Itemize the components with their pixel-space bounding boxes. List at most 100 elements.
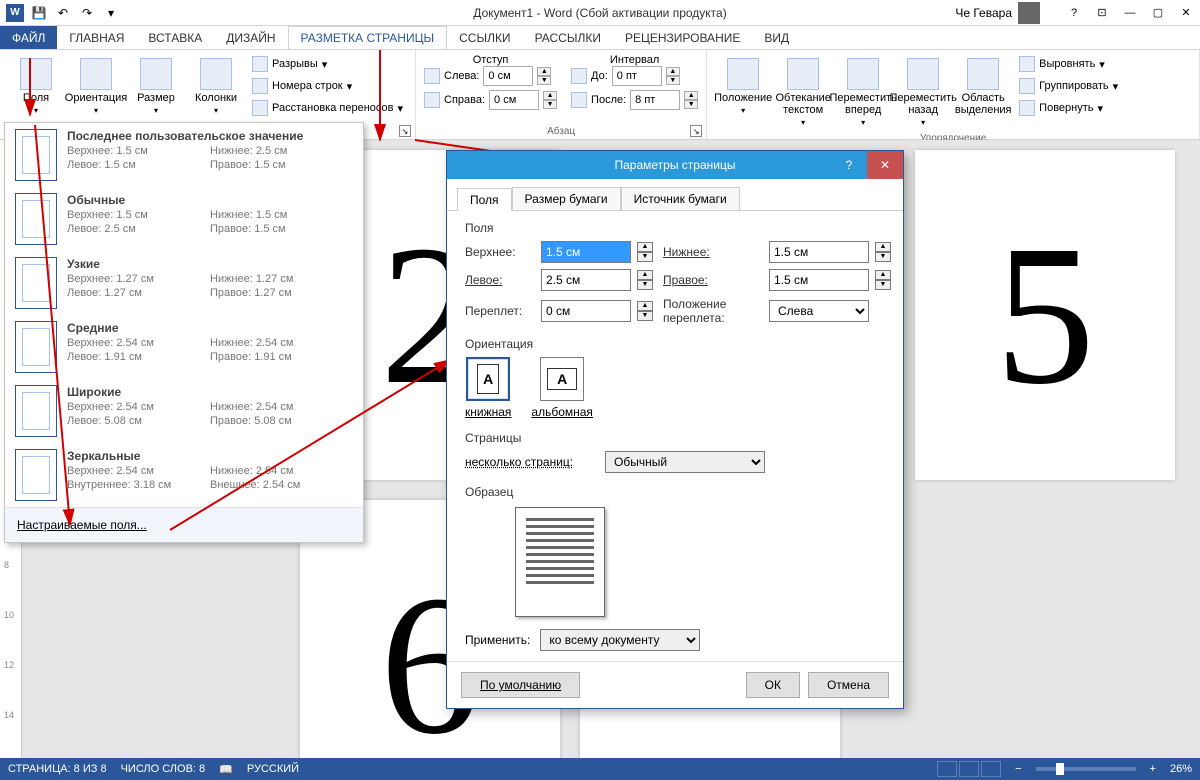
ribbon-options-button[interactable]: ⊡	[1088, 2, 1116, 24]
status-language[interactable]: РУССКИЙ	[247, 763, 299, 775]
align-button[interactable]: Выровнять▾	[1015, 54, 1122, 74]
tab-page-layout[interactable]: РАЗМЕТКА СТРАНИЦЫ	[288, 26, 448, 49]
spin-down[interactable]: ▼	[637, 311, 653, 321]
tab-view[interactable]: ВИД	[752, 26, 801, 49]
position-button[interactable]: Положение▾	[715, 54, 771, 131]
dialog-tab-paper[interactable]: Размер бумаги	[512, 187, 621, 210]
spin-down[interactable]: ▼	[637, 280, 653, 290]
spin-up[interactable]: ▲	[543, 91, 557, 100]
spin-down[interactable]: ▼	[537, 76, 551, 85]
view-web-layout[interactable]	[981, 761, 1001, 777]
tab-home[interactable]: ГЛАВНАЯ	[57, 26, 136, 49]
spin-up[interactable]: ▲	[666, 67, 680, 76]
dialog-close-button[interactable]: ✕	[867, 151, 903, 179]
dialog-titlebar[interactable]: Параметры страницы ? ✕	[447, 151, 903, 179]
spin-up[interactable]: ▲	[875, 242, 891, 252]
custom-margins-item[interactable]: Настраиваемые поля...	[5, 507, 363, 542]
dialog-tab-fields[interactable]: Поля	[457, 188, 512, 211]
spin-down[interactable]: ▼	[637, 252, 653, 262]
margin-preset-item[interactable]: Последнее пользовательское значение Верх…	[5, 123, 363, 187]
status-bar: СТРАНИЦА: 8 ИЗ 8 ЧИСЛО СЛОВ: 8 📖 РУССКИЙ…	[0, 758, 1200, 780]
tab-references[interactable]: ССЫЛКИ	[447, 26, 522, 49]
avatar[interactable]	[1018, 2, 1040, 24]
status-page[interactable]: СТРАНИЦА: 8 ИЗ 8	[8, 763, 107, 775]
spin-up[interactable]: ▲	[684, 91, 698, 100]
section-pages-title: Страницы	[465, 431, 885, 445]
minimize-button[interactable]: —	[1116, 2, 1144, 24]
page-setup-launcher[interactable]: ↘	[399, 125, 411, 137]
save-button[interactable]: 💾	[28, 2, 50, 24]
margin-preset-item[interactable]: Обычные Верхнее: 1.5 смНижнее: 1.5 см Ле…	[5, 187, 363, 251]
landscape-option[interactable]: A альбомная	[531, 357, 593, 419]
gutter-pos-select[interactable]: Слева	[769, 300, 869, 322]
tab-file[interactable]: ФАЙЛ	[0, 26, 57, 49]
zoom-in-button[interactable]: +	[1150, 763, 1156, 775]
cancel-button[interactable]: Отмена	[808, 672, 889, 698]
tab-design[interactable]: ДИЗАЙН	[214, 26, 287, 49]
spin-down[interactable]: ▼	[666, 76, 680, 85]
redo-button[interactable]: ↷	[76, 2, 98, 24]
margin-preset-item[interactable]: Широкие Верхнее: 2.54 смНижнее: 2.54 см …	[5, 379, 363, 443]
breaks-button[interactable]: Разрывы▾	[248, 54, 407, 74]
multi-pages-select[interactable]: Обычный	[605, 451, 765, 473]
indent-right-input[interactable]	[489, 90, 539, 110]
maximize-button[interactable]: ▢	[1144, 2, 1172, 24]
help-button[interactable]: ?	[1060, 2, 1088, 24]
default-button[interactable]: По умолчанию	[461, 672, 580, 698]
margin-preset-item[interactable]: Средние Верхнее: 2.54 смНижнее: 2.54 см …	[5, 315, 363, 379]
apply-to-select[interactable]: ко всему документу	[540, 629, 700, 651]
zoom-out-button[interactable]: −	[1015, 763, 1021, 775]
tab-insert[interactable]: ВСТАВКА	[136, 26, 214, 49]
top-input[interactable]	[541, 241, 631, 263]
user-area[interactable]: Че Гевара	[955, 2, 1040, 24]
close-button[interactable]: ✕	[1172, 2, 1200, 24]
qat-customize-button[interactable]: ▾	[100, 2, 122, 24]
undo-button[interactable]: ↶	[52, 2, 74, 24]
send-backward-button[interactable]: Переместить назад▾	[895, 54, 951, 131]
spin-up[interactable]: ▲	[875, 270, 891, 280]
spin-up[interactable]: ▲	[637, 242, 653, 252]
spin-down[interactable]: ▼	[543, 100, 557, 109]
zoom-slider[interactable]	[1036, 767, 1136, 771]
gutter-input[interactable]	[541, 300, 631, 322]
selection-pane-button[interactable]: Область выделения	[955, 54, 1011, 131]
dialog-tab-source[interactable]: Источник бумаги	[621, 187, 740, 210]
indent-left-input[interactable]	[483, 66, 533, 86]
ok-button[interactable]: ОК	[746, 672, 800, 698]
spin-down[interactable]: ▼	[875, 252, 891, 262]
status-proofing-icon[interactable]: 📖	[219, 763, 233, 776]
section-sample-title: Образец	[465, 485, 885, 499]
view-read-mode[interactable]	[937, 761, 957, 777]
line-numbers-button[interactable]: Номера строк▾	[248, 76, 407, 96]
spacing-before-input[interactable]	[612, 66, 662, 86]
tab-review[interactable]: РЕЦЕНЗИРОВАНИЕ	[613, 26, 752, 49]
word-icon[interactable]: W	[4, 2, 26, 24]
spin-up[interactable]: ▲	[637, 270, 653, 280]
margin-preset-item[interactable]: Зеркальные Верхнее: 2.54 смНижнее: 2.54 …	[5, 443, 363, 507]
view-print-layout[interactable]	[959, 761, 979, 777]
gutter-label: Переплет:	[465, 304, 535, 318]
group-objects-button[interactable]: Группировать▾	[1015, 76, 1122, 96]
paragraph-launcher[interactable]: ↘	[690, 125, 702, 137]
bring-forward-icon	[847, 58, 879, 90]
spacing-after-input[interactable]	[630, 90, 680, 110]
margin-preset-item[interactable]: Узкие Верхнее: 1.27 смНижнее: 1.27 см Ле…	[5, 251, 363, 315]
zoom-level[interactable]: 26%	[1170, 763, 1192, 775]
page-5[interactable]: 5	[915, 150, 1175, 480]
hyphenation-button[interactable]: Расстановка переносов▾	[248, 98, 407, 118]
dialog-help-button[interactable]: ?	[831, 151, 867, 179]
wrap-text-button[interactable]: Обтекание текстом▾	[775, 54, 831, 131]
spin-up[interactable]: ▲	[537, 67, 551, 76]
portrait-option[interactable]: A книжная	[465, 357, 511, 419]
spin-down[interactable]: ▼	[684, 100, 698, 109]
bottom-input[interactable]	[769, 241, 869, 263]
right-input[interactable]	[769, 269, 869, 291]
tab-mailings[interactable]: РАССЫЛКИ	[523, 26, 613, 49]
left-label: Левое:	[465, 273, 535, 287]
spin-up[interactable]: ▲	[637, 301, 653, 311]
spin-down[interactable]: ▼	[875, 280, 891, 290]
bring-forward-button[interactable]: Переместить вперед▾	[835, 54, 891, 131]
left-input[interactable]	[541, 269, 631, 291]
rotate-button[interactable]: Повернуть▾	[1015, 98, 1122, 118]
status-words[interactable]: ЧИСЛО СЛОВ: 8	[121, 763, 206, 775]
